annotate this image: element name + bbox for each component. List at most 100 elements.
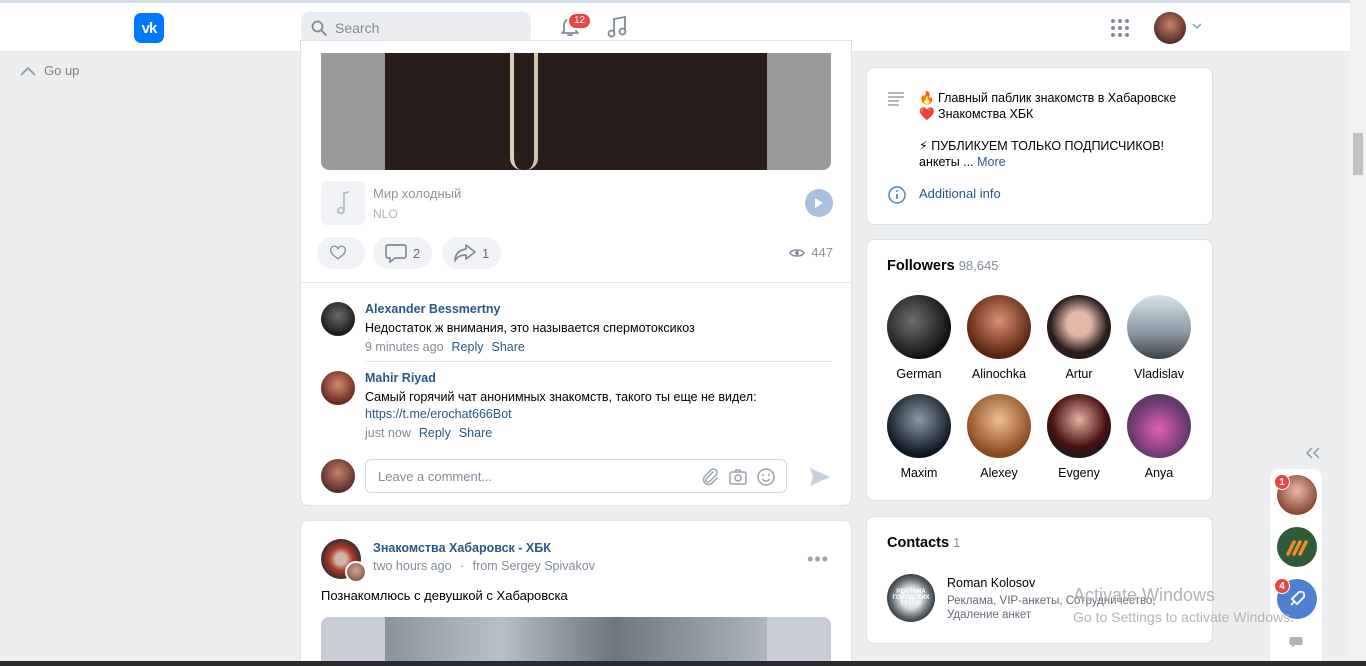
follower-avatar	[967, 295, 1031, 359]
contacts-title: Contacts	[887, 535, 950, 551]
more-link[interactable]: More	[977, 155, 1005, 169]
description-line: ⚡ ПУБЛИКУЕМ ТОЛЬКО ПОДПИСЧИКОВ!	[919, 139, 1165, 153]
follower-item[interactable]: Vladislav	[1119, 295, 1199, 381]
scrollbar-thumb[interactable]	[1353, 133, 1363, 175]
follower-item[interactable]: Alinochka	[959, 295, 1039, 381]
post-photo[interactable]	[321, 617, 831, 666]
comment-input-placeholder: Leave a comment...	[378, 468, 493, 484]
emoji-icon[interactable]	[756, 467, 776, 487]
like-button[interactable]	[317, 237, 365, 269]
watermark-title: Activate Windows	[1073, 585, 1216, 605]
description-line: ❤️ Знакомства ХБК	[919, 107, 1034, 121]
follower-name: Alinochka	[971, 367, 1027, 381]
photo-content	[385, 617, 767, 666]
current-user-avatar	[321, 459, 355, 493]
contact-name[interactable]: Roman Kolosov	[947, 576, 1035, 590]
taskbar-edge	[0, 661, 1366, 666]
follower-avatar	[1127, 394, 1191, 458]
group-info-card: 🔥 Главный паблик знакомств в Хабаровске …	[866, 67, 1213, 225]
audio-note-icon	[321, 181, 365, 225]
audio-attachment[interactable]: Мир холодный NLO	[321, 181, 833, 225]
windows-activation-watermark: Activate Windows Go to Settings to activ…	[1073, 585, 1294, 625]
share-link[interactable]: Share	[459, 426, 492, 440]
reply-link[interactable]: Reply	[452, 340, 484, 354]
views-count: 447	[811, 245, 833, 260]
comment-author[interactable]: Mahir Riyad	[365, 371, 436, 385]
follower-name: Alexey	[980, 466, 1018, 480]
views-counter: 447	[789, 245, 833, 260]
follower-item[interactable]: Artur	[1039, 295, 1119, 381]
contacts-header[interactable]: Contacts 1	[887, 535, 960, 551]
brand-logo-icon	[1286, 540, 1308, 556]
comment-input[interactable]: Leave a comment...	[365, 459, 787, 493]
notification-badge: 12	[567, 12, 593, 30]
post-time[interactable]: two hours ago	[373, 559, 452, 573]
follower-name: Artur	[1065, 367, 1093, 381]
chat-unread-badge: 1	[1274, 474, 1290, 490]
follower-name: Anya	[1144, 466, 1174, 480]
followers-card: Followers 98,645 German Alinochka Artur V…	[866, 239, 1213, 501]
post-from[interactable]: from Sergey Spivakov	[473, 559, 595, 573]
send-icon[interactable]	[809, 467, 831, 487]
followers-title: Followers	[887, 258, 955, 274]
go-up-link[interactable]: Go up	[20, 63, 79, 78]
comment-avatar[interactable]	[321, 371, 355, 405]
share-icon	[454, 244, 476, 262]
apps-grid-icon[interactable]	[1110, 18, 1130, 38]
info-icon	[888, 186, 906, 204]
share-link[interactable]: Share	[492, 340, 525, 354]
user-avatar[interactable]	[1154, 12, 1186, 44]
followers-count: 98,645	[958, 258, 999, 273]
comment-avatar[interactable]	[321, 302, 355, 336]
play-button[interactable]	[805, 189, 833, 217]
follower-item[interactable]: Anya	[1119, 394, 1199, 480]
followers-header[interactable]: Followers 98,645	[887, 258, 998, 274]
share-count: 1	[482, 245, 490, 261]
author-avatar[interactable]	[345, 561, 367, 583]
page-scrollbar[interactable]	[1350, 0, 1366, 666]
chevron-down-icon[interactable]	[1192, 22, 1202, 30]
comment-item: Mahir Riyad Самый горячий чат анонимных …	[321, 371, 833, 446]
audio-artist[interactable]: NLO	[373, 207, 398, 221]
contact-avatar[interactable]: РЕКЛАМА ГОРОДСКИХ ГРУПП	[887, 574, 935, 622]
follower-item[interactable]: Evgeny	[1039, 394, 1119, 480]
music-icon[interactable]	[606, 15, 628, 39]
comment-author[interactable]: Alexander Bessmertny	[365, 302, 500, 316]
comment-link[interactable]: https://t.me/erochat666Bot	[365, 406, 825, 423]
post-author[interactable]: Знакомства Хабаровск - ХБК	[373, 541, 551, 555]
description-line: 🔥 Главный паблик знакомств в Хабаровске	[919, 91, 1177, 105]
comment-meta: just now Reply Share	[365, 426, 500, 440]
more-options-icon[interactable]: •••	[807, 549, 829, 570]
top-accent-line	[0, 0, 1350, 3]
comment-time[interactable]: 9 minutes ago	[365, 340, 444, 354]
chat-sidebar: 1 4	[1270, 469, 1322, 666]
vk-logo[interactable]: vk	[134, 13, 164, 43]
follower-avatar	[1047, 394, 1111, 458]
comment-icon	[385, 244, 407, 263]
watermark-subtitle: Go to Settings to activate Windows.	[1073, 609, 1294, 625]
description-icon	[888, 92, 904, 106]
comment-count: 2	[413, 245, 421, 261]
search-placeholder: Search	[335, 20, 380, 36]
collapse-chats-icon[interactable]	[1306, 447, 1320, 459]
follower-item[interactable]: Alexey	[959, 394, 1039, 480]
additional-info-link[interactable]: Additional info	[919, 186, 1001, 201]
post-card: Мир холодный NLO 2 1 447 Alexander Bessm…	[300, 40, 852, 506]
post-text: Познакомлюсь с девушкой с Хабаровска	[321, 588, 568, 603]
comment-button[interactable]: 2	[373, 237, 433, 269]
share-button[interactable]: 1	[442, 237, 502, 269]
comment-meta: 9 minutes ago Reply Share	[365, 340, 533, 354]
go-up-label: Go up	[44, 63, 80, 78]
messages-icon[interactable]	[1289, 636, 1303, 648]
reply-link[interactable]: Reply	[419, 426, 451, 440]
paperclip-icon[interactable]	[700, 467, 720, 487]
follower-avatar	[1047, 295, 1111, 359]
follower-item[interactable]: German	[879, 295, 959, 381]
follower-avatar	[887, 295, 951, 359]
comment-text: Недостаток ж внимания, это называется сп…	[365, 321, 695, 335]
comment-time[interactable]: just now	[365, 426, 411, 440]
chat-avatar[interactable]	[1277, 527, 1317, 567]
follower-item[interactable]: Maxim	[879, 394, 959, 480]
camera-icon[interactable]	[728, 467, 748, 487]
post-photo[interactable]	[321, 53, 831, 170]
